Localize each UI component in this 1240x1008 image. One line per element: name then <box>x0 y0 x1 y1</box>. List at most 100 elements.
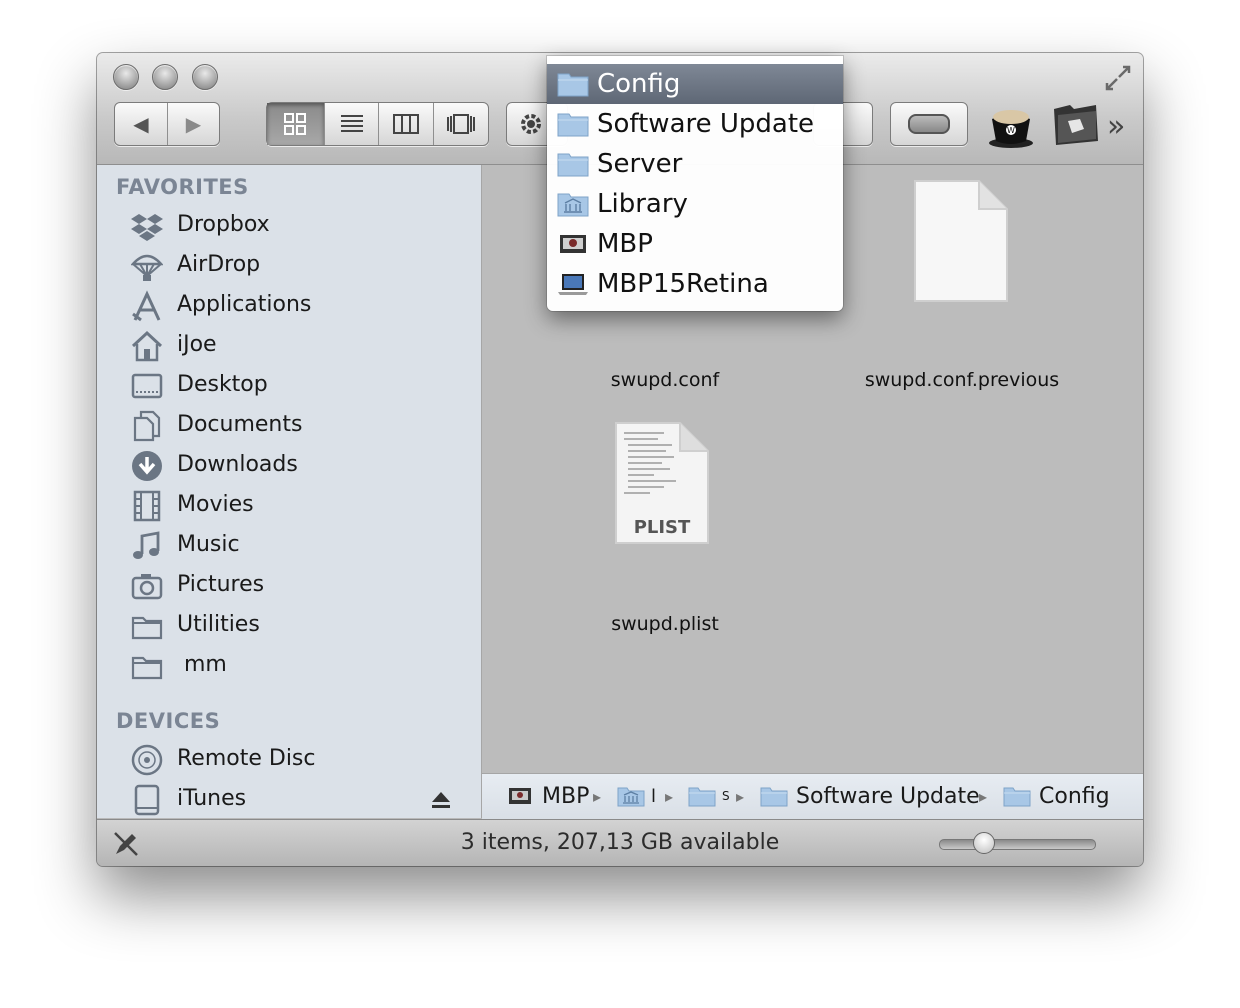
menu-item-library[interactable]: Library <box>547 184 843 224</box>
toolbar-overflow-button[interactable]: » <box>1107 109 1125 144</box>
path-item-config[interactable]: Config <box>1003 782 1110 810</box>
back-button[interactable]: ◀ <box>115 103 168 145</box>
fullscreen-icon[interactable] <box>1103 63 1133 93</box>
sidebar-item-label: Music <box>177 532 240 557</box>
icon-size-slider[interactable] <box>939 839 1096 850</box>
dropbox-icon <box>131 214 163 241</box>
sidebar-item-label: Applications <box>177 292 312 317</box>
view-mode-control <box>266 102 489 146</box>
coverflow-view-button[interactable] <box>434 103 488 145</box>
menu-item-label: Config <box>597 69 681 99</box>
path-item-label: MBP <box>542 783 590 809</box>
path-popup-menu: Config Software Update Server Library MB… <box>547 56 843 311</box>
eject-icon[interactable] <box>430 789 452 811</box>
menu-item-mbp15retina[interactable]: MBP15Retina <box>547 264 843 304</box>
sidebar-item-airdrop[interactable]: AirDrop <box>97 246 481 286</box>
sidebar-item-mm[interactable]: mm <box>97 646 481 686</box>
sidebar-item-dropbox[interactable]: Dropbox <box>97 206 481 246</box>
toggle-toolbar-button[interactable] <box>890 102 968 146</box>
sidebar-item-documents[interactable]: Documents <box>97 406 481 446</box>
folder-icon <box>688 787 716 807</box>
forward-arrow-icon: ▶ <box>185 112 202 136</box>
sidebar-item-downloads[interactable]: Downloads <box>97 446 481 486</box>
sidebar: FAVORITES Dropbox AirDrop Applications i… <box>97 165 482 818</box>
path-separator: ▸ <box>736 786 745 806</box>
plist-badge: PLIST <box>633 517 691 538</box>
path-item-label: Config <box>1039 783 1110 809</box>
folder-icon <box>760 787 788 807</box>
sidebar-item-label: Downloads <box>177 452 298 477</box>
menu-item-server[interactable]: Server <box>547 144 843 184</box>
laptop-icon <box>558 274 588 295</box>
path-item-mbp[interactable]: MBP <box>508 782 589 810</box>
file-name: swupd.plist <box>611 613 719 635</box>
sidebar-item-movies[interactable]: Movies <box>97 486 481 526</box>
library-folder-icon <box>617 787 645 807</box>
path-item-library[interactable]: l <box>617 782 656 810</box>
list-view-button[interactable] <box>325 103 380 145</box>
hard-drive-icon <box>560 235 586 253</box>
list-view-icon <box>340 115 363 132</box>
applications-icon <box>132 290 161 322</box>
drive-icon <box>134 784 160 816</box>
disc-icon <box>131 744 163 776</box>
downloads-icon <box>132 451 162 481</box>
folder-icon <box>1003 787 1031 807</box>
sidebar-item-utilities[interactable]: Utilities <box>97 606 481 646</box>
menu-item-label: MBP <box>597 229 653 259</box>
sidebar-item-pictures[interactable]: Pictures <box>97 566 481 606</box>
icon-size-slider-knob[interactable] <box>972 832 995 854</box>
path-separator: ▸ <box>593 786 602 806</box>
forward-button[interactable]: ▶ <box>168 103 219 145</box>
menu-item-mbp[interactable]: MBP <box>547 224 843 264</box>
airdrop-icon <box>131 254 163 281</box>
document-icon <box>914 180 1008 302</box>
status-bar: 3 items, 207,13 GB available <box>97 819 1143 866</box>
hard-drive-icon <box>509 788 531 804</box>
menu-item-software-update[interactable]: Software Update <box>547 104 843 144</box>
sidebar-item-remote-disc[interactable]: Remote Disc <box>97 740 481 780</box>
desktop-icon <box>131 373 163 399</box>
folder-icon <box>557 73 589 97</box>
music-icon <box>133 531 160 559</box>
column-view-button[interactable] <box>379 103 435 145</box>
menu-item-label: Server <box>597 149 683 179</box>
plugin-folder-icon[interactable] <box>1050 99 1102 149</box>
path-item-server[interactable]: S <box>688 782 730 810</box>
sidebar-item-music[interactable]: Music <box>97 526 481 566</box>
library-folder-icon <box>557 193 589 217</box>
sidebar-item-applications[interactable]: Applications <box>97 286 481 326</box>
gear-icon <box>521 114 541 134</box>
path-truncated: S <box>722 789 730 803</box>
folder-icon <box>131 616 163 640</box>
pill-icon <box>908 114 950 134</box>
home-icon <box>131 330 163 362</box>
close-button[interactable] <box>113 64 139 90</box>
sidebar-item-label: AirDrop <box>177 252 261 277</box>
sidebar-item-label: iTunes <box>177 786 247 811</box>
nav-buttons: ◀ ▶ <box>114 102 220 146</box>
path-item-software-update[interactable]: Software Update <box>760 782 980 810</box>
menu-item-config[interactable]: Config <box>547 64 843 104</box>
favorites-header: FAVORITES <box>116 175 249 199</box>
path-separator: ▸ <box>665 786 674 806</box>
icon-view-icon <box>284 113 307 135</box>
sidebar-item-label: Utilities <box>177 612 260 637</box>
icon-view-button[interactable] <box>267 103 325 145</box>
path-item-label: Software Update <box>796 783 980 809</box>
sidebar-item-desktop[interactable]: Desktop <box>97 366 481 406</box>
movies-icon <box>133 490 161 522</box>
zoom-button[interactable] <box>192 64 218 90</box>
minimize-button[interactable] <box>152 64 178 90</box>
back-arrow-icon: ◀ <box>133 112 149 136</box>
coffee-cup-icon[interactable]: W <box>986 99 1036 149</box>
sidebar-item-itunes[interactable]: iTunes <box>97 780 481 820</box>
sidebar-item-label: Remote Disc <box>177 746 316 771</box>
sidebar-item-label: Movies <box>177 492 254 517</box>
file-name: swupd.conf <box>610 369 720 391</box>
path-bar: MBP ▸ l ▸ S ▸ Software Update ▸ Config <box>482 773 1143 819</box>
path-separator: ▸ <box>979 786 988 806</box>
sidebar-item-home[interactable]: iJoe <box>97 326 481 366</box>
documents-icon <box>133 410 161 442</box>
folder-icon <box>557 113 589 137</box>
